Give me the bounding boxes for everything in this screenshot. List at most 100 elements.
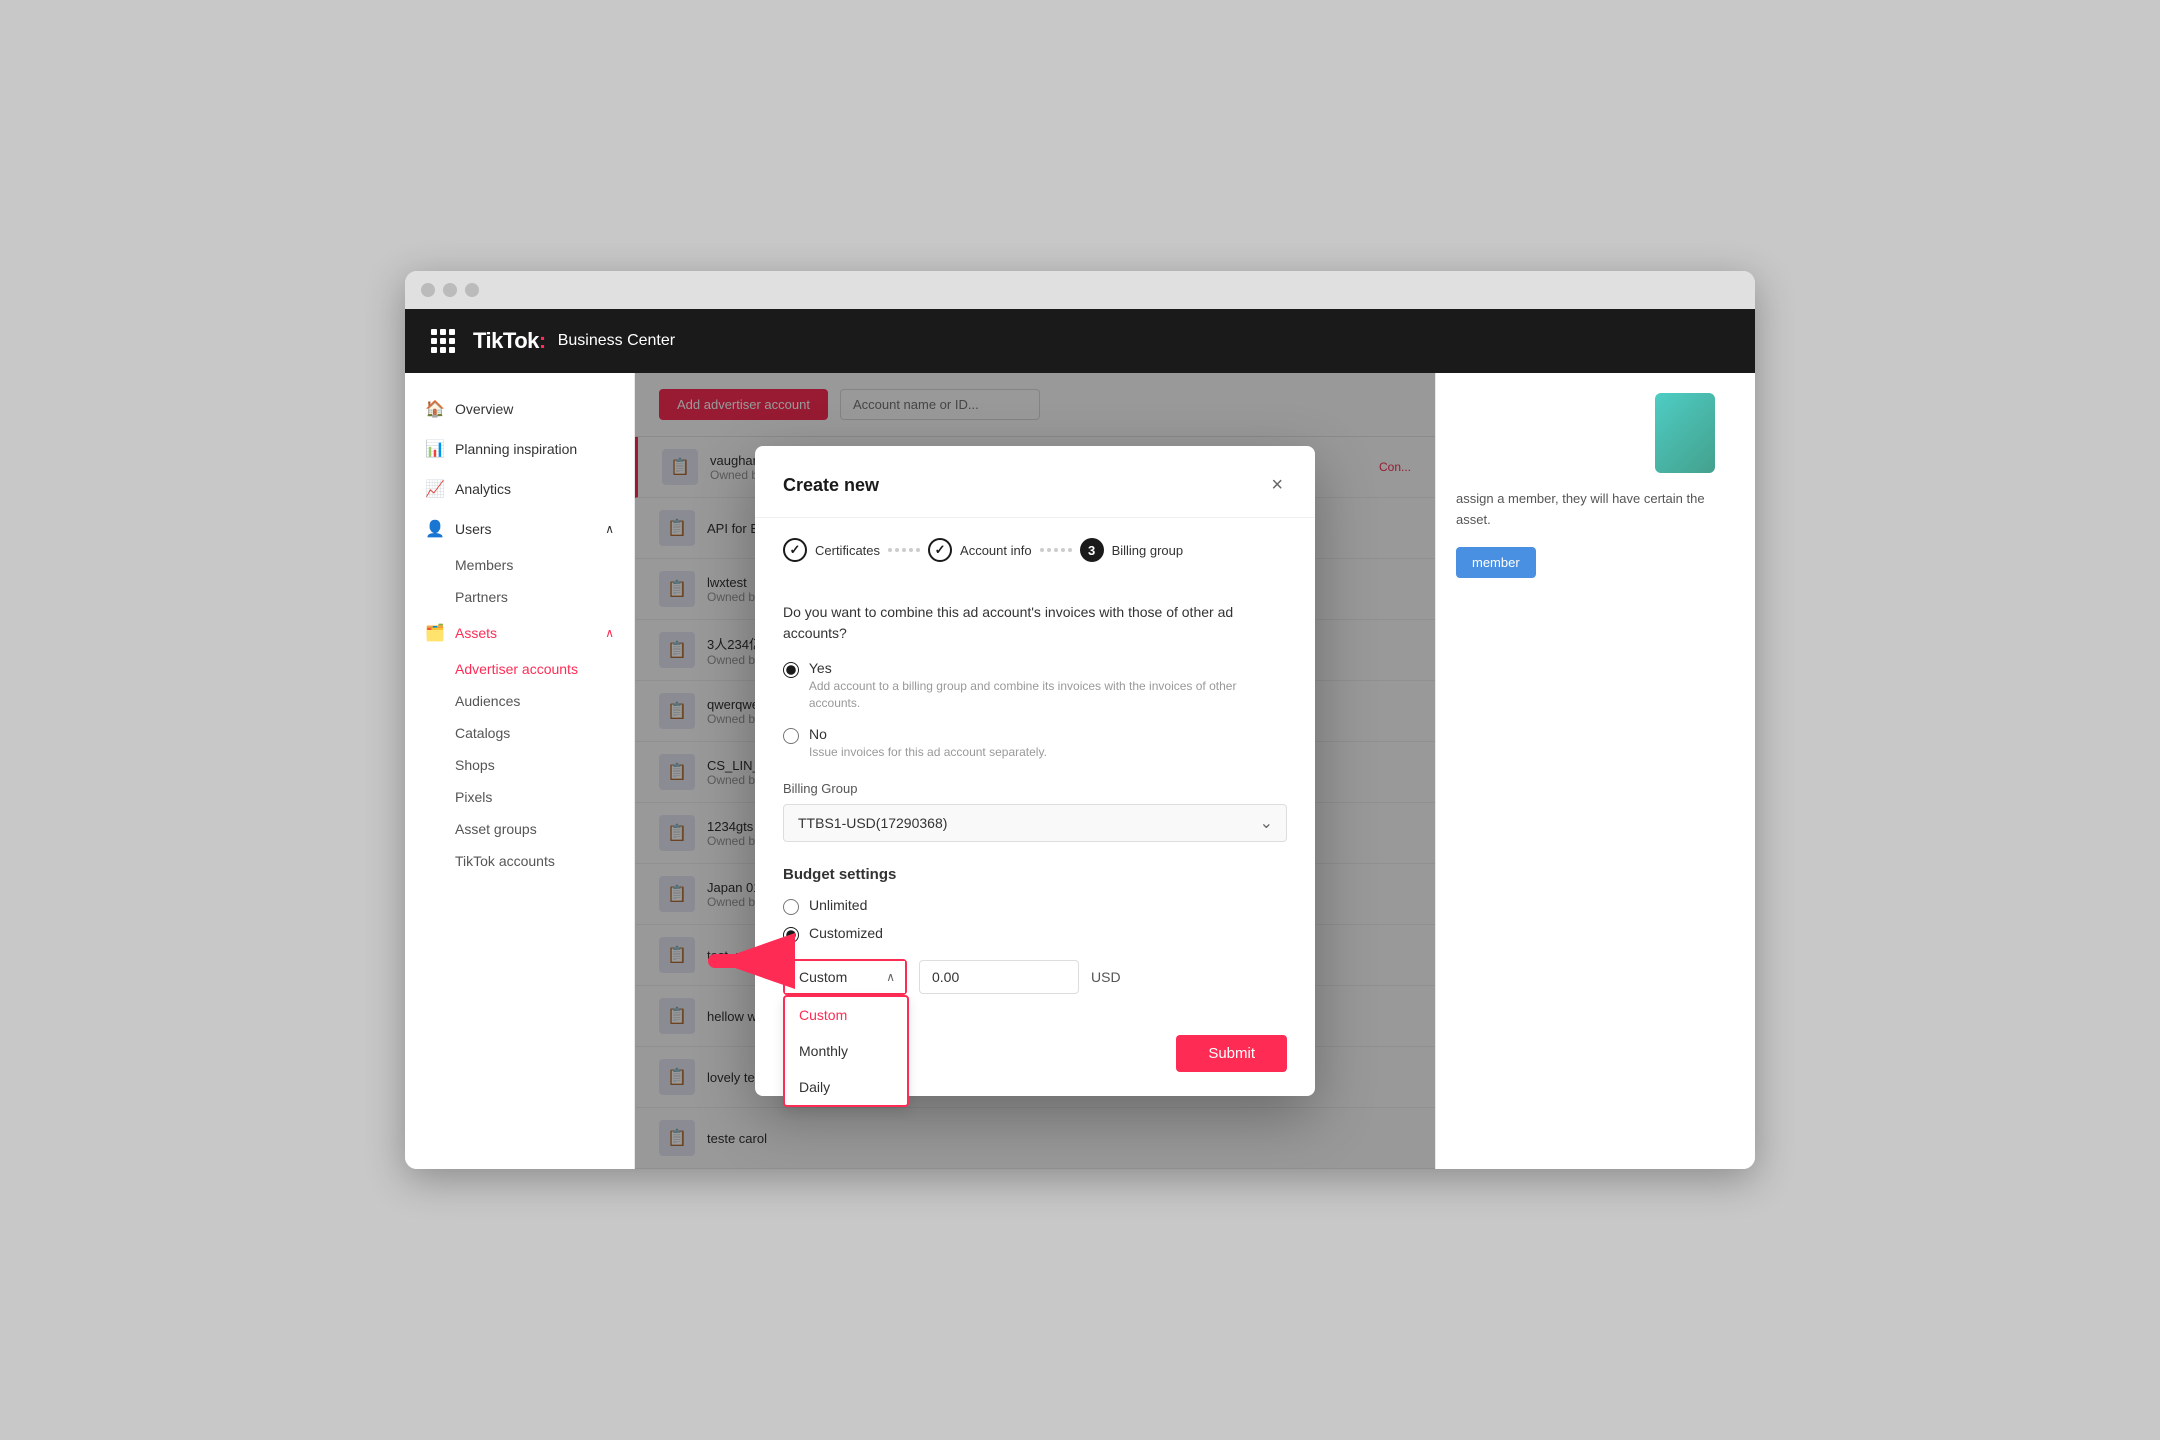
sidebar-label-members: Members — [455, 557, 513, 573]
billing-group-select-wrapper: TTBS1-USD(17290368) — [783, 804, 1287, 842]
yes-option-text: Yes Add account to a billing group and c… — [809, 660, 1287, 712]
no-label: No — [809, 726, 1047, 742]
sidebar-label-advertiser-accounts: Advertiser accounts — [455, 661, 578, 677]
top-nav: TikTok: Business Center — [405, 309, 1755, 373]
sidebar-label-overview: Overview — [455, 401, 513, 417]
browser-chrome — [405, 271, 1755, 309]
sidebar-item-asset-groups[interactable]: Asset groups — [405, 813, 634, 845]
sidebar-item-members[interactable]: Members — [405, 549, 634, 581]
yes-radio[interactable] — [783, 662, 799, 678]
sidebar-item-advertiser-accounts[interactable]: Advertiser accounts — [405, 653, 634, 685]
brand-dot: : — [539, 328, 546, 353]
budget-dropdown-menu: Custom Monthly Daily — [783, 995, 909, 1107]
billing-group-select[interactable]: TTBS1-USD(17290368) — [783, 804, 1287, 842]
tiktok-brand: TikTok — [473, 328, 539, 353]
traffic-light-yellow — [443, 283, 457, 297]
content-area: Add advertiser account 📋 vaughan_test Ow… — [635, 373, 1435, 1169]
dropdown-option-daily[interactable]: Daily — [785, 1069, 907, 1105]
yes-option: Yes Add account to a billing group and c… — [783, 660, 1287, 712]
no-option: No Issue invoices for this ad account se… — [783, 726, 1287, 761]
sidebar-item-audiences[interactable]: Audiences — [405, 685, 634, 717]
sidebar: 🏠 Overview 📊 Planning inspiration 📈 Anal… — [405, 373, 635, 1169]
sidebar-item-pixels[interactable]: Pixels — [405, 781, 634, 813]
currency-label: USD — [1091, 969, 1121, 985]
sidebar-label-partners: Partners — [455, 589, 508, 605]
sidebar-item-analytics[interactable]: 📈 Analytics — [405, 469, 634, 509]
yes-radio-label[interactable]: Yes Add account to a billing group and c… — [783, 660, 1287, 712]
sidebar-item-planning[interactable]: 📊 Planning inspiration — [405, 429, 634, 469]
stepper: ✓ Certificates ✓ Account info — [755, 518, 1315, 582]
sidebar-item-partners[interactable]: Partners — [405, 581, 634, 613]
member-button[interactable]: member — [1456, 547, 1536, 578]
step2-label: Account info — [960, 543, 1032, 558]
dropdown-option-custom[interactable]: Custom — [785, 997, 907, 1033]
create-new-modal: Create new × ✓ Certificates — [755, 446, 1315, 1095]
customized-option[interactable]: Customized — [783, 925, 1287, 943]
right-panel-text: assign a member, they will have certain … — [1456, 489, 1735, 531]
sidebar-item-shops[interactable]: Shops — [405, 749, 634, 781]
modal-overlay[interactable]: Create new × ✓ Certificates — [635, 373, 1435, 1169]
customized-radio[interactable] — [783, 927, 799, 943]
budget-dropdown-display[interactable]: Custom — [785, 961, 905, 993]
submit-button[interactable]: Submit — [1176, 1035, 1287, 1072]
sidebar-item-assets[interactable]: 🗂️ Assets ∧ — [405, 613, 634, 653]
colored-box — [1655, 393, 1715, 473]
dropdown-option-monthly[interactable]: Monthly — [785, 1033, 907, 1069]
sidebar-label-pixels: Pixels — [455, 789, 492, 805]
no-radio[interactable] — [783, 728, 799, 744]
billing-group-section: Billing Group TTBS1-USD(17290368) — [783, 781, 1287, 842]
sidebar-label-planning: Planning inspiration — [455, 441, 577, 457]
sidebar-label-users: Users — [455, 521, 492, 537]
step3-circle: 3 — [1080, 538, 1104, 562]
no-sub: Issue invoices for this ad account separ… — [809, 744, 1047, 761]
sidebar-item-users[interactable]: 👤 Users ∧ — [405, 509, 634, 549]
analytics-icon: 📈 — [425, 479, 445, 499]
modal-header: Create new × — [755, 446, 1315, 518]
traffic-light-green — [465, 283, 479, 297]
budget-dropdown-wrapper: Custom ∧ Custom Monthly Daily — [783, 959, 907, 995]
chart-icon: 📊 — [425, 439, 445, 459]
step-dots-1 — [888, 548, 920, 552]
yes-sub: Add account to a billing group and combi… — [809, 678, 1287, 712]
step1-label: Certificates — [815, 543, 880, 558]
billing-group-label: Billing Group — [783, 781, 1287, 796]
budget-title: Budget settings — [783, 866, 1287, 883]
modal-body: Do you want to combine this ad account's… — [755, 582, 1315, 1014]
step-2: ✓ Account info — [928, 538, 1032, 562]
sidebar-item-tiktok-accounts[interactable]: TikTok accounts — [405, 845, 634, 877]
step-3: 3 Billing group — [1080, 538, 1184, 562]
right-panel-visual — [1456, 393, 1735, 473]
traffic-light-red — [421, 283, 435, 297]
step1-circle: ✓ — [783, 538, 807, 562]
unlimited-option[interactable]: Unlimited — [783, 897, 1287, 915]
unlimited-label: Unlimited — [809, 897, 867, 913]
assets-icon: 🗂️ — [425, 623, 445, 643]
grid-icon[interactable] — [425, 323, 461, 359]
sidebar-label-assets: Assets — [455, 625, 497, 641]
home-icon: 🏠 — [425, 399, 445, 419]
no-radio-label[interactable]: No Issue invoices for this ad account se… — [783, 726, 1287, 761]
step3-label: Billing group — [1112, 543, 1184, 558]
step2-circle: ✓ — [928, 538, 952, 562]
no-option-text: No Issue invoices for this ad account se… — [809, 726, 1047, 761]
sidebar-item-overview[interactable]: 🏠 Overview — [405, 389, 634, 429]
users-icon: 👤 — [425, 519, 445, 539]
app-container: TikTok: Business Center 🏠 Overview 📊 Pla… — [405, 309, 1755, 1169]
yes-label: Yes — [809, 660, 1287, 676]
brand-name: TikTok: — [473, 328, 546, 354]
unlimited-radio[interactable] — [783, 899, 799, 915]
modal-title: Create new — [783, 475, 879, 496]
modal-question: Do you want to combine this ad account's… — [783, 602, 1287, 644]
assets-chevron: ∧ — [605, 626, 614, 640]
sidebar-item-catalogs[interactable]: Catalogs — [405, 717, 634, 749]
budget-amount-input[interactable] — [919, 960, 1079, 994]
sidebar-label-catalogs: Catalogs — [455, 725, 510, 741]
close-button[interactable]: × — [1267, 470, 1287, 501]
budget-row: Custom ∧ Custom Monthly Daily — [783, 959, 1287, 995]
sidebar-label-asset-groups: Asset groups — [455, 821, 537, 837]
sidebar-label-analytics: Analytics — [455, 481, 511, 497]
step-dots-2 — [1040, 548, 1072, 552]
right-panel: assign a member, they will have certain … — [1435, 373, 1755, 1169]
sidebar-label-tiktok-accounts: TikTok accounts — [455, 853, 555, 869]
sidebar-label-shops: Shops — [455, 757, 495, 773]
